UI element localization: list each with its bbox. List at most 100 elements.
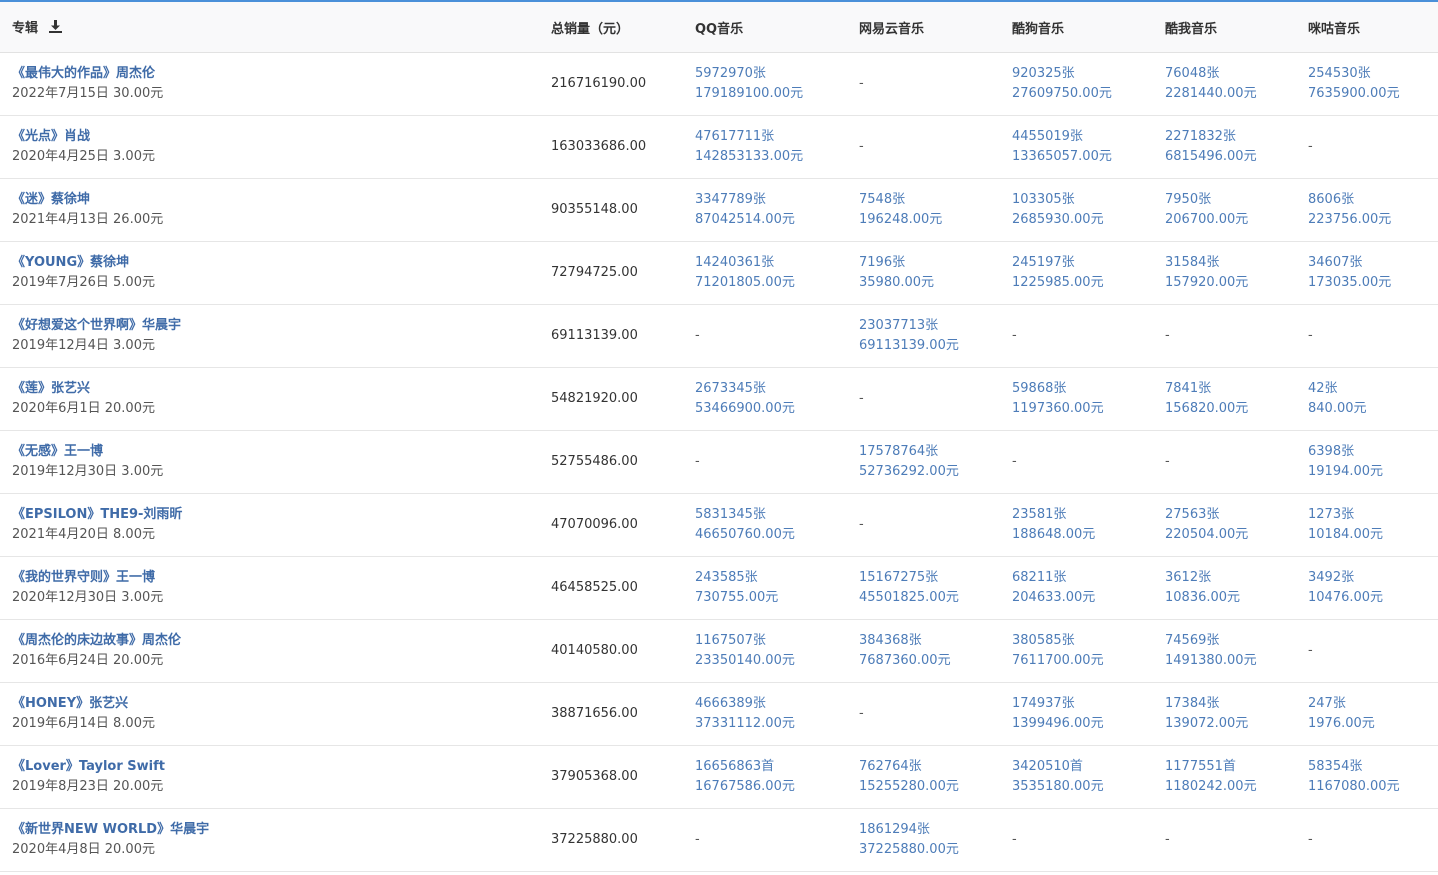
- migu-empty-cell: -: [1296, 808, 1438, 872]
- kugou-sales-cell: 174937张 1399496.00元: [1000, 682, 1153, 746]
- album-sales-table: 专辑 总销量（元） QQ音乐 网易云音乐 酷狗音乐 酷我音乐 咪咕音乐 《最伟大…: [0, 2, 1438, 872]
- album-release-info: 2021年4月13日 26.00元: [12, 212, 164, 227]
- kuwo-units: 2271832张: [1165, 129, 1236, 144]
- migu-revenue: 19194.00元: [1308, 464, 1384, 479]
- table-row: 《迷》蔡徐坤 2021年4月13日 26.00元 90355148.00 334778…: [0, 178, 1438, 242]
- migu-revenue: 10476.00元: [1308, 590, 1384, 605]
- migu-sales-cell: 247张 1976.00元: [1296, 682, 1438, 746]
- album-title-link[interactable]: 《我的世界守则》王一博: [12, 568, 539, 588]
- kuwo-revenue: 206700.00元: [1165, 212, 1249, 227]
- album-title-link[interactable]: 《最伟大的作品》周杰伦: [12, 64, 539, 84]
- netease-units: 23037713张: [859, 318, 939, 333]
- album-title-link[interactable]: 《光点》肖战: [12, 127, 539, 147]
- netease-empty-cell: -: [847, 52, 1000, 116]
- netease-empty-cell: -: [847, 682, 1000, 746]
- kuwo-units: 31584张: [1165, 255, 1220, 270]
- kugou-units: 245197张: [1012, 255, 1075, 270]
- kugou-revenue: 3535180.00元: [1012, 779, 1104, 794]
- kuwo-revenue: 157920.00元: [1165, 275, 1249, 290]
- header-netease: 网易云音乐: [847, 2, 1000, 53]
- kuwo-sales-cell: 1177551首 1180242.00元: [1153, 745, 1296, 809]
- album-release-info: 2022年7月15日 30.00元: [12, 86, 164, 101]
- netease-revenue: 52736292.00元: [859, 464, 959, 479]
- netease-units: 762764张: [859, 759, 922, 774]
- album-title-link[interactable]: 《好想爱这个世界啊》华晨宇: [12, 316, 539, 336]
- total-sales-cell: 38871656.00: [539, 682, 683, 746]
- kugou-revenue: 2685930.00元: [1012, 212, 1104, 227]
- migu-sales-cell: 34607张 173035.00元: [1296, 241, 1438, 305]
- album-title-link[interactable]: 《迷》蔡徐坤: [12, 190, 539, 210]
- qq-sales-cell: 4666389张 37331112.00元: [683, 682, 847, 746]
- kuwo-revenue: 6815496.00元: [1165, 149, 1257, 164]
- album-title-link[interactable]: 《EPSILON》THE9-刘雨昕: [12, 505, 539, 525]
- migu-units: 34607张: [1308, 255, 1363, 270]
- kuwo-sales-cell: 2271832张 6815496.00元: [1153, 115, 1296, 179]
- album-release-info: 2020年6月1日 20.00元: [12, 401, 155, 416]
- netease-revenue: 45501825.00元: [859, 590, 959, 605]
- kuwo-sales-cell: 31584张 157920.00元: [1153, 241, 1296, 305]
- album-title-link[interactable]: 《莲》张艺兴: [12, 379, 539, 399]
- migu-units: 8606张: [1308, 192, 1355, 207]
- qq-sales-cell: 1167507张 23350140.00元: [683, 619, 847, 683]
- qq-units: 5972970张: [695, 66, 766, 81]
- album-title-link[interactable]: 《YOUNG》蔡徐坤: [12, 253, 539, 273]
- migu-sales-cell: 254530张 7635900.00元: [1296, 52, 1438, 116]
- album-title-link[interactable]: 《周杰伦的床边故事》周杰伦: [12, 631, 539, 651]
- sales-table-container: 专辑 总销量（元） QQ音乐 网易云音乐 酷狗音乐 酷我音乐 咪咕音乐 《最伟大…: [0, 0, 1438, 875]
- table-row: 《Lover》Taylor Swift 2019年8月23日 20.00元 3790…: [0, 745, 1438, 809]
- migu-empty-cell: -: [1296, 115, 1438, 179]
- migu-units: 6398张: [1308, 444, 1355, 459]
- table-row: 《新世界NEW WORLD》华晨宇 2020年4月8日 20.00元 3722588…: [0, 808, 1438, 872]
- migu-units: 42张: [1308, 381, 1338, 396]
- migu-units: 1273张: [1308, 507, 1355, 522]
- album-cell: 《HONEY》张艺兴 2019年6月14日 8.00元: [0, 682, 539, 746]
- kuwo-empty-cell: -: [1153, 430, 1296, 494]
- netease-sales-cell: 23037713张 69113139.00元: [847, 304, 1000, 368]
- kuwo-units: 7950张: [1165, 192, 1212, 207]
- kugou-revenue: 1399496.00元: [1012, 716, 1104, 731]
- kugou-sales-cell: 3420510首 3535180.00元: [1000, 745, 1153, 809]
- kugou-sales-cell: 68211张 204633.00元: [1000, 556, 1153, 620]
- album-release-info: 2016年6月24日 20.00元: [12, 653, 164, 668]
- migu-revenue: 10184.00元: [1308, 527, 1384, 542]
- album-cell: 《最伟大的作品》周杰伦 2022年7月15日 30.00元: [0, 52, 539, 116]
- kugou-units: 174937张: [1012, 696, 1075, 711]
- kuwo-units: 7841张: [1165, 381, 1212, 396]
- download-icon[interactable]: [48, 20, 62, 37]
- migu-revenue: 1167080.00元: [1308, 779, 1400, 794]
- qq-units: 3347789张: [695, 192, 766, 207]
- migu-units: 254530张: [1308, 66, 1371, 81]
- table-row: 《HONEY》张艺兴 2019年6月14日 8.00元 38871656.00 466…: [0, 682, 1438, 746]
- album-title-link[interactable]: 《无感》王一博: [12, 442, 539, 462]
- qq-revenue: 23350140.00元: [695, 653, 795, 668]
- qq-sales-cell: 47617711张 142853133.00元: [683, 115, 847, 179]
- netease-revenue: 7687360.00元: [859, 653, 951, 668]
- header-album-label: 专辑: [12, 21, 39, 36]
- total-sales-cell: 52755486.00: [539, 430, 683, 494]
- total-sales-cell: 72794725.00: [539, 241, 683, 305]
- kugou-sales-cell: 59868张 1197360.00元: [1000, 367, 1153, 431]
- total-sales-cell: 46458525.00: [539, 556, 683, 620]
- kugou-units: 4455019张: [1012, 129, 1083, 144]
- table-row: 《周杰伦的床边故事》周杰伦 2016年6月24日 20.00元 40140580.0…: [0, 619, 1438, 683]
- kuwo-empty-cell: -: [1153, 304, 1296, 368]
- album-title-link[interactable]: 《Lover》Taylor Swift: [12, 757, 539, 777]
- qq-empty-cell: -: [683, 430, 847, 494]
- migu-sales-cell: 1273张 10184.00元: [1296, 493, 1438, 557]
- migu-units: 58354张: [1308, 759, 1363, 774]
- album-title-link[interactable]: 《HONEY》张艺兴: [12, 694, 539, 714]
- netease-units: 7548张: [859, 192, 906, 207]
- kugou-empty-cell: -: [1000, 304, 1153, 368]
- netease-sales-cell: 15167275张 45501825.00元: [847, 556, 1000, 620]
- netease-units: 17578764张: [859, 444, 939, 459]
- kugou-revenue: 204633.00元: [1012, 590, 1096, 605]
- album-title-link[interactable]: 《新世界NEW WORLD》华晨宇: [12, 820, 539, 840]
- kugou-empty-cell: -: [1000, 808, 1153, 872]
- kuwo-sales-cell: 7841张 156820.00元: [1153, 367, 1296, 431]
- album-cell: 《无感》王一博 2019年12月30日 3.00元: [0, 430, 539, 494]
- album-release-info: 2019年12月4日 3.00元: [12, 338, 155, 353]
- qq-units: 243585张: [695, 570, 758, 585]
- qq-sales-cell: 5972970张 179189100.00元: [683, 52, 847, 116]
- netease-empty-cell: -: [847, 367, 1000, 431]
- kugou-revenue: 1225985.00元: [1012, 275, 1104, 290]
